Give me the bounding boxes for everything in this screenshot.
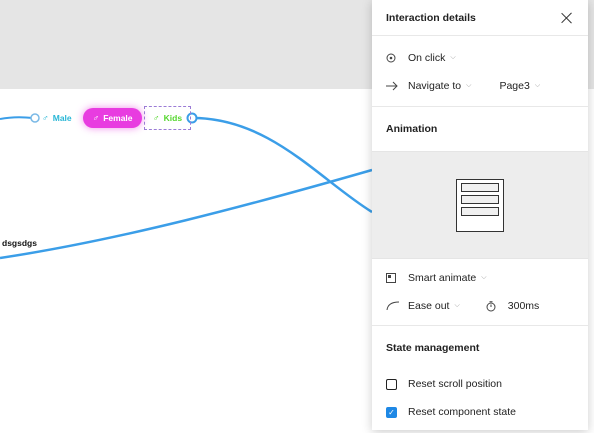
reset-scroll-row[interactable]: Reset scroll position: [372, 370, 588, 398]
arrow-right-icon: [386, 81, 408, 91]
chevron-down-icon: ⌵: [454, 302, 460, 309]
animation-preview: [372, 151, 588, 259]
destination-label: Page3: [499, 80, 530, 92]
reset-scroll-label: Reset scroll position: [408, 378, 502, 390]
ease-curve-icon: [386, 301, 408, 311]
variant-female[interactable]: ♂ Female: [83, 108, 142, 128]
state-management-section: State management Reset scroll position ✓…: [372, 326, 588, 426]
close-icon[interactable]: [560, 11, 574, 25]
variant-male-label: Male: [52, 113, 72, 123]
easing-label: Ease out: [408, 300, 450, 312]
animation-type-dropdown[interactable]: Smart animate ⌵: [408, 272, 487, 284]
chevron-down-icon: ⌵: [450, 54, 456, 61]
connector-line-long: [0, 168, 373, 260]
panel-title: Interaction details: [386, 11, 476, 24]
chevron-down-icon: ⌵: [466, 82, 472, 89]
variant-kids[interactable]: ♂ Kids: [144, 106, 191, 130]
animation-type-label: Smart animate: [408, 272, 477, 284]
preview-bar: [461, 194, 499, 204]
easing-row: Ease out ⌵ 300ms: [372, 292, 588, 320]
gender-component-set[interactable]: ♂ Male ♂ Female ♂ Kids: [32, 106, 192, 130]
connector-line-left: [0, 116, 34, 120]
reset-component-row[interactable]: ✓ Reset component state: [372, 398, 588, 426]
state-management-title: State management: [386, 342, 480, 354]
male-icon: ♂: [92, 113, 100, 123]
smart-animate-icon: [386, 273, 408, 283]
canvas-text-layer[interactable]: dsgsdgs: [2, 238, 37, 248]
action-dropdown[interactable]: Navigate to ⌵: [408, 80, 471, 92]
reset-component-checkbox[interactable]: ✓: [386, 406, 397, 418]
trigger-label: On click: [408, 52, 446, 64]
preview-frame: [456, 178, 504, 232]
reset-scroll-checkbox[interactable]: [386, 378, 397, 390]
connector-line-curve: [192, 116, 373, 214]
chevron-down-icon: ⌵: [481, 274, 487, 281]
trigger-icon: [386, 53, 408, 63]
male-icon: ♂: [152, 113, 160, 123]
male-icon: ♂: [42, 113, 49, 123]
easing-dropdown[interactable]: Ease out ⌵: [408, 300, 460, 312]
chevron-down-icon: ⌵: [534, 82, 541, 89]
action-label: Navigate to: [408, 80, 462, 92]
interaction-details-panel: Interaction details On click ⌵ Navigate …: [372, 0, 588, 430]
trigger-dropdown[interactable]: On click ⌵: [408, 52, 456, 64]
preview-bar: [461, 206, 499, 216]
trigger-row: On click ⌵: [372, 44, 588, 72]
variant-female-label: Female: [103, 113, 133, 123]
duration-input[interactable]: 300ms: [508, 300, 540, 312]
animation-type-row: Smart animate ⌵: [372, 264, 588, 292]
trigger-action-section: On click ⌵ Navigate to ⌵ Page3 ⌵: [372, 36, 588, 107]
destination-dropdown[interactable]: Page3 ⌵: [499, 80, 540, 92]
variant-male[interactable]: ♂ Male: [42, 108, 72, 128]
preview-bar: [461, 182, 499, 192]
panel-header: Interaction details: [372, 0, 588, 36]
animation-settings: Smart animate ⌵ Ease out ⌵ 300ms: [372, 259, 588, 325]
action-row: Navigate to ⌵ Page3 ⌵: [372, 72, 588, 100]
timer-icon: [486, 300, 508, 312]
variant-kids-label: Kids: [163, 113, 183, 123]
reset-component-label: Reset component state: [408, 406, 516, 418]
animation-title: Animation: [386, 123, 438, 135]
animation-section: Animation Smart animate ⌵ Ease out ⌵ 300…: [372, 107, 588, 326]
